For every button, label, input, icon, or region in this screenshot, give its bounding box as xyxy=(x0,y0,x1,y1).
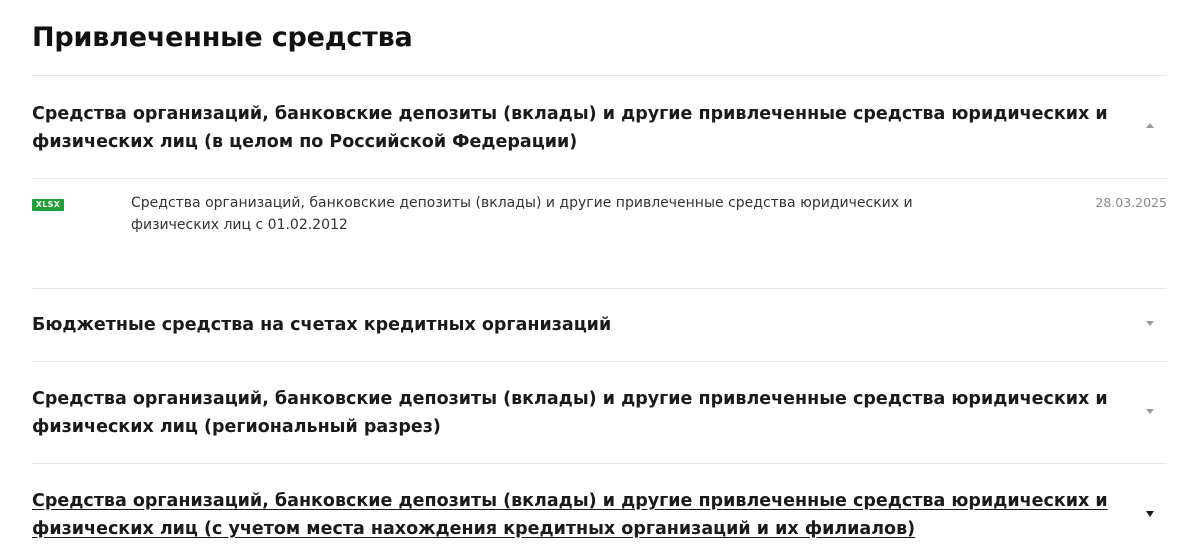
accordion-header-branches[interactable]: Средства организаций, банковские депозит… xyxy=(32,487,1167,543)
accordion-title: Средства организаций, банковские депозит… xyxy=(32,389,1108,437)
caret-down-icon xyxy=(1146,321,1154,326)
accordion-title: Средства организаций, банковские депозит… xyxy=(32,491,1108,539)
accordion-header-federal[interactable]: Средства организаций, банковские депозит… xyxy=(32,100,1167,156)
divider xyxy=(32,75,1167,76)
file-date: 28.03.2025 xyxy=(1095,195,1167,210)
divider xyxy=(32,178,1167,179)
accordion-title: Средства организаций, банковские депозит… xyxy=(32,104,1108,152)
caret-up-icon xyxy=(1146,123,1154,128)
caret-down-icon xyxy=(1146,511,1154,517)
page-title: Привлеченные средства xyxy=(32,22,413,53)
accordion-header-budget[interactable]: Бюджетные средства на счетах кредитных о… xyxy=(32,311,1167,339)
divider xyxy=(32,361,1167,362)
file-row: XLSX Средства организаций, банковские де… xyxy=(32,192,1167,252)
divider xyxy=(32,463,1167,464)
caret-down-icon xyxy=(1146,409,1154,414)
xlsx-badge: XLSX xyxy=(32,199,64,211)
divider xyxy=(32,288,1167,289)
accordion-header-regional[interactable]: Средства организаций, банковские депозит… xyxy=(32,385,1167,441)
accordion-title: Бюджетные средства на счетах кредитных о… xyxy=(32,315,612,335)
file-download-link[interactable]: Средства организаций, банковские депозит… xyxy=(131,192,971,236)
